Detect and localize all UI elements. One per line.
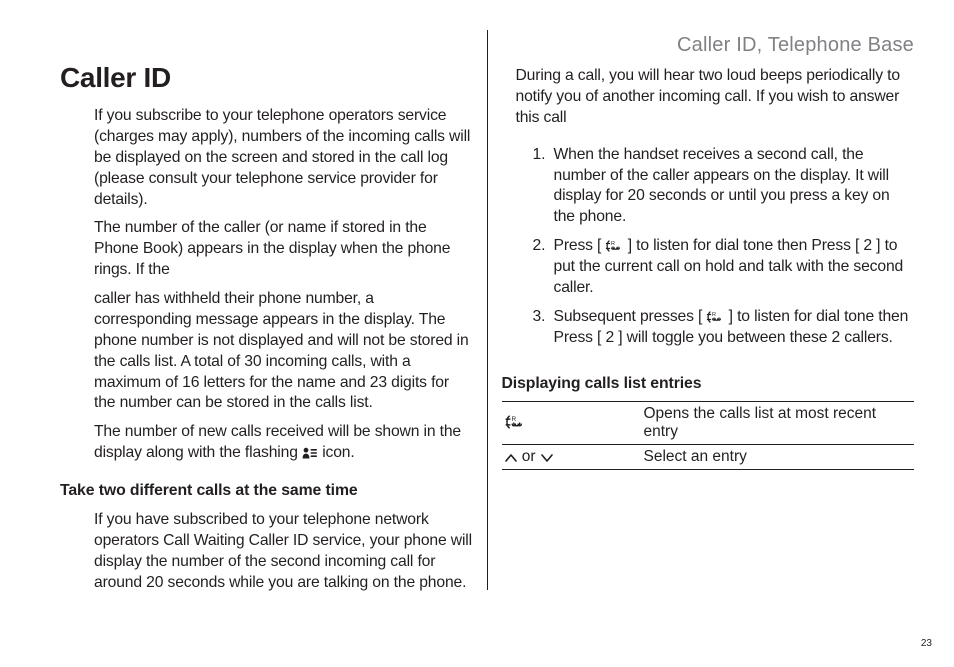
body-paragraph: If you subscribe to your telephone opera… (94, 106, 473, 210)
section-heading: Displaying calls list entries (502, 375, 915, 393)
list-item: Press [ R ] to listen for dial tone then… (550, 236, 915, 299)
table-cell: Opens the calls list at most recent entr… (644, 401, 915, 444)
table-cell: Select an entry (644, 444, 915, 469)
calls-key-icon: R (605, 240, 623, 252)
svg-text:R: R (611, 241, 615, 247)
page-number: 23 (921, 638, 932, 649)
table-row: or Select an entry (502, 444, 915, 469)
up-arrow-icon (504, 453, 518, 463)
list-item: Subsequent presses [ R ] to listen for d… (550, 307, 915, 349)
section-heading: Take two different calls at the same tim… (60, 482, 473, 500)
calls-key-icon: R (706, 311, 724, 323)
steps-list: When the handset receives a second call,… (502, 141, 915, 357)
body-paragraph: During a call, you will hear two loud be… (516, 66, 915, 129)
calls-list-table: R Opens the calls list at most recent en… (502, 401, 915, 470)
page-title: Caller ID (60, 62, 473, 94)
svg-text:R: R (511, 415, 516, 422)
table-row: R Opens the calls list at most recent en… (502, 401, 915, 444)
down-arrow-icon (540, 453, 554, 463)
right-column: During a call, you will hear two loud be… (487, 30, 915, 590)
calls-key-icon: R (504, 415, 526, 429)
svg-text:R: R (712, 312, 716, 318)
body-paragraph: The number of the caller (or name if sto… (94, 218, 473, 281)
body-paragraph: The number of new calls received will be… (94, 422, 473, 464)
list-item: When the handset receives a second call,… (550, 145, 915, 229)
running-head: Caller ID, Telephone Base (677, 34, 914, 57)
left-column: Caller ID If you subscribe to your telep… (60, 30, 487, 590)
body-paragraph: caller has withheld their phone number, … (94, 289, 473, 414)
caller-id-icon (302, 447, 318, 459)
body-paragraph: If you have subscribed to your telephone… (94, 510, 473, 594)
